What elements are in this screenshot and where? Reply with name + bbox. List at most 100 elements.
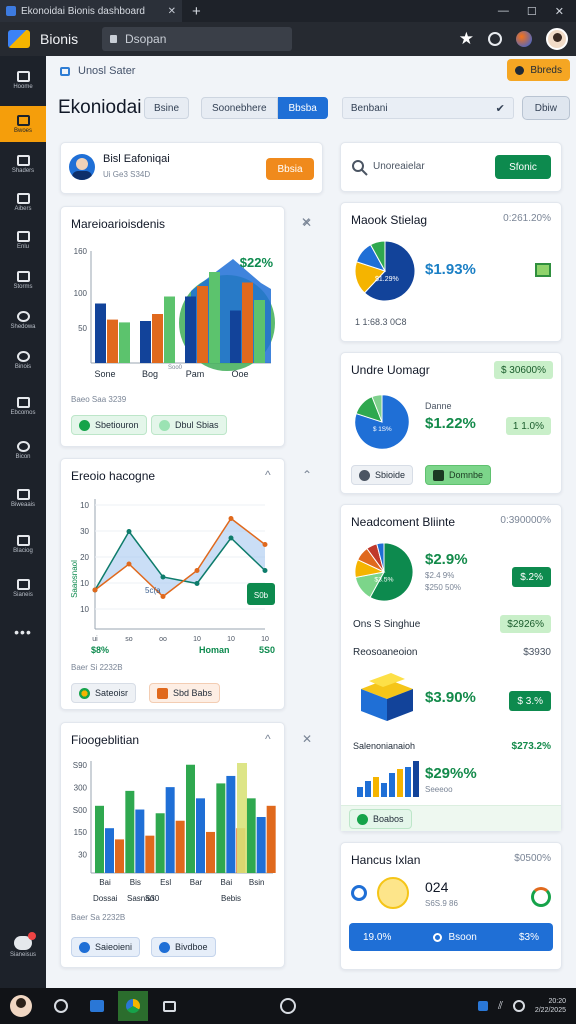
summary-value: Homan <box>199 645 230 655</box>
rail-item-12[interactable]: Blaciog <box>0 526 46 562</box>
url-input[interactable]: Dsopan <box>102 27 292 51</box>
metric-value: $1.22% <box>425 415 476 432</box>
primary-action-bar[interactable]: 19.0% Bsoon $3% <box>349 923 553 951</box>
rail-item-13[interactable]: Sianeis <box>0 570 46 606</box>
coin-icon <box>377 877 409 909</box>
status-pill-b[interactable]: Domnbe <box>425 465 492 485</box>
wifi-icon[interactable]: ⫽ <box>498 1000 503 1013</box>
y-tick-label: 20 <box>80 553 89 562</box>
bar <box>206 831 215 873</box>
bar <box>175 820 185 873</box>
rail-item-9[interactable]: Ebcomos <box>0 388 46 424</box>
clock[interactable]: 20:20 2/22/2025 <box>535 997 566 1015</box>
more-icon[interactable]: ••• <box>0 624 46 640</box>
close-tab-icon[interactable]: ✕ <box>168 6 176 17</box>
card-title: Undre Uomagr <box>351 363 430 377</box>
taskbar-app-files[interactable] <box>154 991 184 1021</box>
status-pill-a[interactable]: Sbioide <box>351 465 414 485</box>
bar <box>125 790 135 873</box>
filter-select[interactable]: Benbani ✔ <box>341 97 514 119</box>
rail-item-home[interactable]: Hoome <box>0 62 46 98</box>
volume-icon[interactable] <box>512 1000 525 1012</box>
maximize-icon[interactable]: ☐ <box>527 5 537 18</box>
alert-button[interactable]: Bbreds <box>507 59 570 81</box>
rail-item-4[interactable]: Aibers <box>0 184 46 220</box>
link-icon <box>159 419 170 431</box>
network-icon[interactable] <box>477 1001 488 1011</box>
image-icon <box>16 534 30 546</box>
browser-tab[interactable]: Ekonoidai Bionis dashboard ✕ <box>0 0 182 22</box>
status-pill[interactable]: Boabos <box>349 809 412 829</box>
status-pill-a[interactable]: Saieoieni <box>71 937 141 957</box>
pill-label: Boabos <box>373 814 404 824</box>
search-icon[interactable] <box>54 999 68 1013</box>
bookmark-star-icon[interactable]: ★ <box>459 29 474 49</box>
status-pill-info[interactable]: Dbul Sbias <box>151 415 227 435</box>
profile-avatar[interactable] <box>546 28 568 50</box>
mini-bar-chart <box>357 761 419 797</box>
bar <box>209 272 220 363</box>
highlight-bar <box>237 763 247 873</box>
card-badge: $ 30600% <box>493 361 553 379</box>
rail-notifications[interactable]: Sianeisus <box>0 932 46 972</box>
user-avatar[interactable] <box>10 995 32 1017</box>
action-button[interactable]: Dbiw <box>521 96 570 120</box>
new-tab-icon[interactable]: + <box>192 3 201 20</box>
mini-bar <box>357 787 363 797</box>
metric-badge: $ 3.% <box>509 691 551 711</box>
refresh-icon[interactable] <box>488 32 502 46</box>
metric-sub: Seeeoo <box>425 785 453 794</box>
card-title: Fioogeblitian <box>71 733 140 747</box>
lock-icon <box>110 35 117 43</box>
breadcrumb-icon <box>60 66 70 76</box>
bar <box>95 303 106 363</box>
status-pill-b[interactable]: Sbd Babs <box>149 683 221 703</box>
rail-item-10[interactable]: Bicon <box>0 432 46 468</box>
status-pill-b[interactable]: Bivdboe <box>151 937 216 957</box>
sub-label: Dossai <box>93 894 118 903</box>
rail-item-active[interactable]: Bwoes <box>0 106 46 142</box>
close-window-icon[interactable]: ✕ <box>555 5 564 18</box>
rail-item-8[interactable]: Binois <box>0 342 46 378</box>
close-icon[interactable]: ✕ <box>302 732 312 746</box>
compass-icon[interactable] <box>280 998 296 1014</box>
metric-value: $1.93% <box>425 261 476 278</box>
summary-value: 5S0 <box>259 645 275 655</box>
rail-label: Aibers <box>14 205 32 212</box>
chip-filter[interactable]: Bsine <box>144 97 190 119</box>
system-tray: ⫽ 20:20 2/22/2025 <box>477 997 576 1015</box>
target-icon <box>351 885 367 901</box>
rail-item-6[interactable]: Storms <box>0 262 46 298</box>
segment-right[interactable]: Bbsba <box>277 97 328 119</box>
taskbar-app-mail[interactable] <box>82 991 112 1021</box>
rail-item-11[interactable]: Biweaais <box>0 480 46 516</box>
status-icon <box>79 687 90 699</box>
segment-left[interactable]: Soonebhere <box>201 97 278 119</box>
breadcrumb-text[interactable]: Unosl Sater <box>78 65 135 77</box>
rail-item-5[interactable]: Enlu <box>0 222 46 258</box>
action-left: 19.0% <box>363 931 392 943</box>
x-tick-label: Sone <box>94 369 115 379</box>
y-tick-label: 50 <box>78 324 87 333</box>
chart-footnote: Baer Si 2232B <box>71 663 123 672</box>
check-icon: ✔ <box>495 102 505 115</box>
refresh-icon[interactable] <box>531 887 551 907</box>
rail-item-7[interactable]: Shedowa <box>0 302 46 338</box>
profile-button[interactable]: Bbsia <box>266 158 314 180</box>
minimize-icon[interactable]: — <box>498 5 509 18</box>
status-pill-a[interactable]: Sateoisr <box>71 683 137 703</box>
extension-icon[interactable] <box>516 31 532 47</box>
rail-item-3[interactable]: Shaders <box>0 146 46 182</box>
chevron-up-icon[interactable]: ^ <box>265 468 271 482</box>
search-input[interactable]: Unoreaielar <box>373 161 425 172</box>
folder-icon <box>162 1000 176 1012</box>
x-tick-label: 10 <box>193 636 201 643</box>
search-button[interactable]: Sfonic <box>495 155 551 179</box>
collapse-icon[interactable]: ⌃ <box>302 468 312 482</box>
close-icon[interactable]: ✕ <box>302 216 312 230</box>
chevron-up-icon[interactable]: ^ <box>265 732 271 746</box>
rail-label: Shaders <box>11 167 35 174</box>
status-pill-ok[interactable]: Sbetiouron <box>71 415 147 435</box>
house-icon <box>16 396 30 408</box>
taskbar-app-browser[interactable] <box>118 991 148 1021</box>
